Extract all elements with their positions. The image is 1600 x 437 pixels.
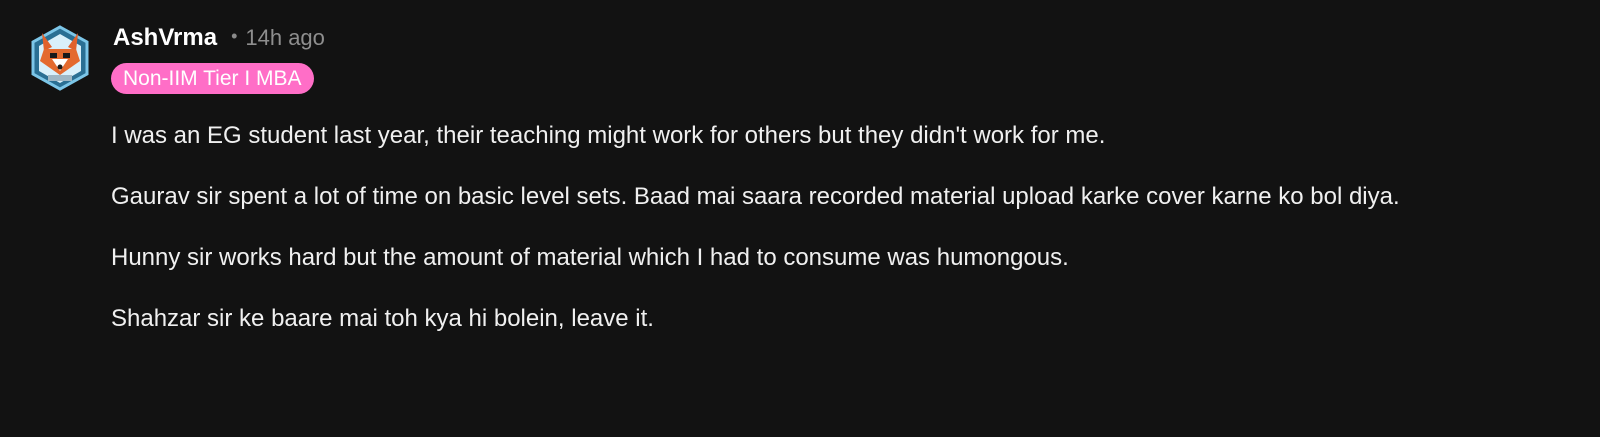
fox-avatar-icon [31,25,89,91]
timestamp: 14h ago [245,25,325,50]
comment: AshVrma • 14h ago Non-IIM Tier I MBA I w… [0,0,1600,437]
avatar[interactable] [30,25,90,91]
comment-paragraph: Gaurav sir spent a lot of time on basic … [111,183,1400,210]
comment-paragraph: I was an EG student last year, their tea… [111,122,1106,149]
user-flair-badge[interactable]: Non-IIM Tier I MBA [111,63,314,94]
comment-paragraph: Hunny sir works hard but the amount of m… [111,244,1069,271]
comment-header: AshVrma • 14h ago [113,24,325,52]
comment-paragraph: Shahzar sir ke baare mai toh kya hi bole… [111,305,654,332]
username-link[interactable]: AshVrma [113,24,217,52]
comment-body: I was an EG student last year, their tea… [111,117,1561,361]
separator-dot: • [231,26,238,46]
